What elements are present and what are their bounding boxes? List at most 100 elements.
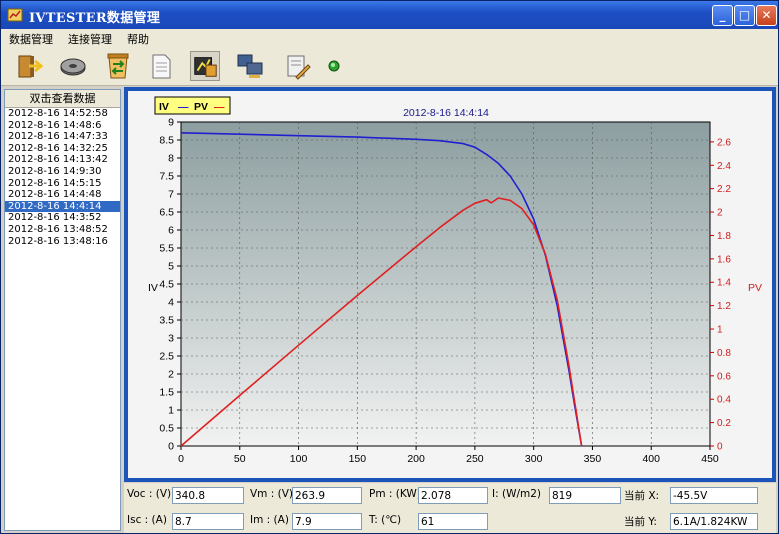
app-window: IVTESTER数据管理 _ □ ✕ 数据管理 连接管理 帮助 双击查看数据 2… [0,0,779,534]
y-tick-label: 8 [168,153,174,165]
legend-pv-swatch: — [214,101,225,113]
isc-label: Isc : (A) [127,514,167,526]
y-tick-label: 1 [168,405,174,417]
disc-icon [60,58,86,76]
vm-field[interactable]: 263.9 [292,487,362,504]
y-tick-label: 7 [168,189,174,201]
record-item[interactable]: 2012-8-16 14:52:58 [5,108,120,120]
plot-area [180,121,711,447]
y2-tick-label: 2 [717,208,723,219]
record-item[interactable]: 2012-8-16 13:48:52 [5,224,120,236]
y2-tick-label: 1 [717,325,723,336]
record-item[interactable]: 2012-8-16 14:13:42 [5,154,120,166]
y2-tick-label: 2.6 [717,137,731,148]
y2-tick-label: 0.4 [717,395,731,406]
record-item[interactable]: 2012-8-16 14:47:33 [5,131,120,143]
readout-panel: Voc : (V) 340.8 Vm : (V) 263.9 Pm : (KW)… [124,483,776,533]
y-tick-label: 9 [168,117,174,129]
y-tick-label: 4 [168,297,174,309]
x-tick-label: 300 [525,453,543,465]
isc-field[interactable]: 8.7 [172,513,244,530]
record-item[interactable]: 2012-8-16 13:48:16 [5,236,120,248]
exit-icon [18,55,44,78]
network-button[interactable] [235,51,265,81]
current-x-label: 当前 X: [624,490,660,502]
voc-field[interactable]: 340.8 [172,487,244,504]
legend-iv-swatch: — [178,101,189,113]
y2-tick-label: 1.6 [717,254,731,265]
record-item[interactable]: 2012-8-16 14:9:30 [5,166,120,178]
chart-title: 2012-8-16 14:4:14 [403,107,489,119]
y-tick-label: 0 [168,441,174,453]
report-edit-icon [287,55,311,80]
exit-button[interactable] [15,51,45,81]
y-tick-label: 1.5 [159,387,174,399]
y-tick-label: 2.5 [159,351,174,363]
window-title: IVTESTER数据管理 [29,11,161,26]
y2-axis-label: PV [748,282,762,294]
y2-tick-label: 1.2 [717,301,731,312]
record-item[interactable]: 2012-8-16 14:5:15 [5,178,120,190]
status-indicator [323,51,353,81]
x-tick-label: 250 [466,453,484,465]
x-tick-label: 350 [584,453,602,465]
chart-frame: 0 50 100 150 200 250 300 350 400 450 0 0.5 1 1.5 2 2.5 3… [124,87,776,482]
legend-pv-label: PV [194,101,208,113]
status-dot-icon [328,60,340,72]
report-button[interactable] [282,51,312,81]
title-bar[interactable]: IVTESTER数据管理 _ □ ✕ [1,1,778,29]
record-item[interactable]: 2012-8-16 14:3:52 [5,212,120,224]
record-item[interactable]: 2012-8-16 14:4:14 [5,200,120,213]
disc-button[interactable] [58,51,88,81]
document-icon [152,54,171,79]
current-y-label: 当前 Y: [624,516,657,528]
x-tick-label: 0 [178,453,184,465]
temperature-field[interactable]: 61 [418,513,488,530]
temperature-label: T: (℃) [369,514,402,526]
trash-recycle-icon [107,53,129,79]
toolbar [1,47,778,86]
im-field[interactable]: 7.9 [292,513,362,530]
curve-view-button[interactable] [190,51,220,81]
curve-chart-icon [194,57,217,77]
y-tick-label: 0.5 [159,423,174,435]
y-axis-label: IV [148,282,158,294]
y-tick-label: 7.5 [159,171,174,183]
recycle-button[interactable] [103,51,133,81]
y2-tick-label: 2.2 [717,184,731,195]
chart-area[interactable]: 0 50 100 150 200 250 300 350 400 450 0 0.5 1 1.5 2 2.5 3… [128,91,772,478]
y2-tick-label: 0.6 [717,371,731,382]
y2-tick-label: 2.4 [717,161,731,172]
record-item[interactable]: 2012-8-16 14:48:6 [5,120,120,132]
close-button[interactable]: ✕ [756,5,777,26]
menu-connection-management[interactable]: 连接管理 [68,31,112,47]
document-button[interactable] [146,51,176,81]
irradiance-label: I: (W/m2) [492,488,541,500]
irradiance-field[interactable]: 819 [549,487,621,504]
iv-pv-chart[interactable]: 0 50 100 150 200 250 300 350 400 45000.511.522.53… [128,91,772,478]
y-tick-label: 6 [168,225,174,237]
y-tick-label: 5 [168,261,174,273]
y-tick-label: 3 [168,333,174,345]
record-item[interactable]: 2012-8-16 14:32:25 [5,143,120,155]
x-tick-label: 100 [290,453,308,465]
current-y-field[interactable]: 6.1A/1.824KW [670,513,758,530]
vm-label: Vm : (V) [250,488,293,500]
legend-iv-label: IV [159,101,169,113]
records-list: 双击查看数据 2012-8-16 14:52:58 2012-8-16 14:48… [4,89,121,531]
app-icon [7,8,23,22]
record-item[interactable]: 2012-8-16 14:4:48 [5,189,120,201]
x-tick-label: 150 [349,453,367,465]
y2-tick-label: 1.8 [717,231,731,242]
maximize-button[interactable]: □ [734,5,755,26]
pm-field[interactable]: 2.078 [418,487,488,504]
y-tick-label: 8.5 [159,135,174,147]
current-x-field[interactable]: -45.5V [670,487,758,504]
y-tick-label: 4.5 [159,279,174,291]
minimize-button[interactable]: _ [712,5,733,26]
menu-help[interactable]: 帮助 [127,31,149,47]
y-tick-label: 5.5 [159,243,174,255]
menu-data-management[interactable]: 数据管理 [9,31,53,47]
computer-network-icon [237,54,263,78]
im-label: Im : (A) [250,514,289,526]
